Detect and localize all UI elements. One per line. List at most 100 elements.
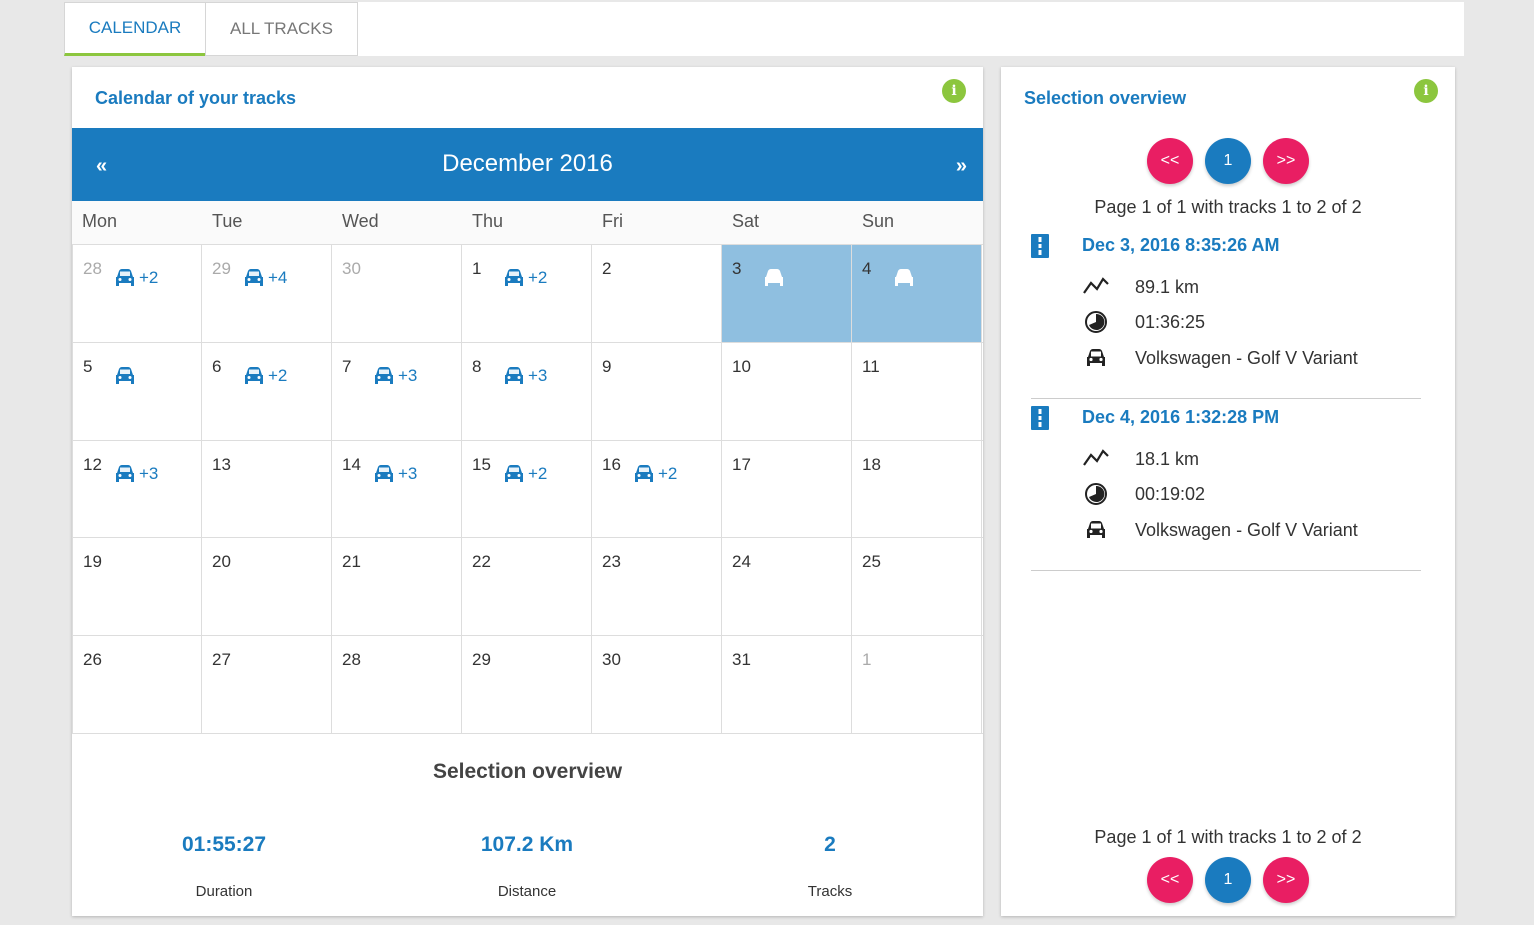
track-item: Dec 4, 2016 1:32:28 PM 18.1 km 00:19:02 … bbox=[1031, 401, 1421, 571]
calendar-day-cell[interactable]: 24 bbox=[722, 538, 852, 636]
calendar-day-cell[interactable]: 27 bbox=[202, 636, 332, 733]
stat-distance: 107.2 Km Distance bbox=[377, 833, 677, 900]
calendar-day-cell[interactable]: 30 bbox=[332, 245, 462, 342]
weekday-label: Mon bbox=[82, 211, 118, 231]
day-number: 19 bbox=[83, 552, 102, 572]
calendar-day-cell[interactable]: 21 bbox=[332, 538, 462, 636]
calendar-day-cell[interactable]: 3 bbox=[722, 245, 852, 342]
track-distance-row: 89.1 km bbox=[1083, 275, 1199, 299]
car-icon bbox=[502, 365, 526, 387]
calendar-day-cell[interactable]: 18 bbox=[852, 440, 982, 538]
track-duration: 01:36:25 bbox=[1135, 311, 1206, 332]
next-page-button[interactable]: >> bbox=[1263, 138, 1309, 184]
calendar-day-cell[interactable]: 23 bbox=[592, 538, 722, 636]
next-month-button[interactable]: » bbox=[956, 155, 967, 178]
stat-duration: 01:55:27 Duration bbox=[74, 833, 374, 900]
weekday-label: Sun bbox=[862, 211, 895, 231]
day-number: 18 bbox=[862, 454, 881, 474]
calendar-week-row: 26 27 28 29 30 31 1 bbox=[72, 636, 983, 734]
extra-tracks-count: +2 bbox=[139, 268, 159, 287]
car-icon bbox=[372, 365, 396, 387]
calendar-day-cell[interactable]: 17 bbox=[722, 440, 852, 538]
tab-calendar[interactable]: CALENDAR bbox=[64, 2, 206, 56]
extra-tracks-count: +3 bbox=[398, 365, 418, 385]
calendar-day-cell[interactable]: 16 +2 bbox=[592, 440, 722, 538]
info-icon[interactable]: i bbox=[1414, 79, 1438, 103]
calendar-day-cell[interactable]: 6 +2 bbox=[202, 342, 332, 440]
calendar-day-cell[interactable]: 31 bbox=[722, 636, 852, 733]
calendar-day-cell[interactable]: 11 bbox=[852, 342, 982, 440]
calendar-grid: Mon Tue Wed Thu Fri Sat Sun 28 +2 29 +4 30 1 +2 2 3 4 5 6… bbox=[72, 201, 983, 734]
calendar-day-cell[interactable]: 28 bbox=[332, 636, 462, 733]
day-number: 9 bbox=[602, 356, 612, 376]
extra-tracks-count: +2 bbox=[268, 365, 288, 385]
page-1-button[interactable]: 1 bbox=[1205, 857, 1251, 903]
track-date-link[interactable]: Dec 4, 2016 1:32:28 PM bbox=[1082, 407, 1279, 428]
day-number: 10 bbox=[732, 356, 751, 376]
calendar-day-cell[interactable]: 5 bbox=[72, 342, 202, 440]
track-distance: 89.1 km bbox=[1135, 276, 1200, 297]
clock-icon bbox=[1085, 311, 1107, 333]
stat-duration-value: 01:55:27 bbox=[181, 833, 267, 856]
road-icon bbox=[1031, 406, 1049, 430]
weekday-header-row: Mon Tue Wed Thu Fri Sat Sun bbox=[72, 201, 983, 245]
calendar-day-cell[interactable]: 22 bbox=[462, 538, 592, 636]
calendar-day-cell[interactable]: 26 bbox=[72, 636, 202, 733]
track-distance: 18.1 km bbox=[1135, 448, 1200, 469]
calendar-day-cell[interactable]: 2 bbox=[592, 245, 722, 342]
car-icon bbox=[762, 267, 786, 289]
calendar-day-cell[interactable]: 29 bbox=[462, 636, 592, 733]
info-icon[interactable]: i bbox=[942, 79, 966, 103]
calendar-header: « December 2016 » bbox=[72, 128, 983, 201]
day-tracks: +3 bbox=[113, 463, 158, 485]
calendar-day-cell[interactable]: 29 +4 bbox=[202, 245, 332, 342]
day-tracks: +2 bbox=[242, 365, 287, 387]
calendar-day-cell[interactable]: 7 +3 bbox=[332, 342, 462, 440]
distance-icon bbox=[1083, 449, 1109, 466]
prev-page-button[interactable]: << bbox=[1147, 857, 1193, 903]
distance-icon bbox=[1083, 277, 1109, 294]
day-number: 28 bbox=[83, 259, 102, 278]
car-icon bbox=[242, 267, 266, 289]
page-1-button[interactable]: 1 bbox=[1205, 138, 1251, 184]
day-tracks: +2 bbox=[502, 267, 547, 289]
track-duration: 00:19:02 bbox=[1135, 483, 1206, 504]
track-date-link[interactable]: Dec 3, 2016 8:35:26 AM bbox=[1082, 235, 1279, 256]
day-number: 5 bbox=[83, 356, 93, 376]
calendar-day-cell[interactable]: 14 +3 bbox=[332, 440, 462, 538]
stat-tracks-value: 2 bbox=[824, 833, 836, 856]
calendar-day-cell[interactable]: 19 bbox=[72, 538, 202, 636]
calendar-day-cell[interactable]: 10 bbox=[722, 342, 852, 440]
pager-top: << 1 >> bbox=[1001, 138, 1455, 184]
calendar-day-cell[interactable]: 12 +3 bbox=[72, 440, 202, 538]
extra-tracks-count: +4 bbox=[268, 268, 288, 287]
calendar-day-cell[interactable]: 8 +3 bbox=[462, 342, 592, 440]
calendar-day-cell[interactable]: 1 +2 bbox=[462, 245, 592, 342]
calendar-week-row: 12 +3 13 14 +3 15 +2 16 +2 17 18 bbox=[72, 440, 983, 539]
car-icon bbox=[113, 365, 137, 387]
calendar-day-cell[interactable]: 20 bbox=[202, 538, 332, 636]
car-icon bbox=[1087, 349, 1105, 366]
day-number: 22 bbox=[472, 552, 491, 572]
calendar-day-cell[interactable]: 4 bbox=[852, 245, 982, 342]
day-number: 17 bbox=[732, 454, 751, 474]
tab-all-tracks[interactable]: ALL TRACKS bbox=[205, 2, 358, 56]
day-number: 4 bbox=[862, 259, 872, 278]
calendar-day-cell[interactable]: 13 bbox=[202, 440, 332, 538]
stat-duration-label: Duration bbox=[195, 883, 253, 900]
calendar-day-cell[interactable]: 1 bbox=[852, 636, 982, 733]
calendar-day-cell[interactable]: 15 +2 bbox=[462, 440, 592, 538]
calendar-day-cell[interactable]: 28 +2 bbox=[72, 245, 202, 342]
extra-tracks-count: +3 bbox=[398, 463, 418, 483]
calendar-day-cell[interactable]: 9 bbox=[592, 342, 722, 440]
day-number: 16 bbox=[602, 454, 621, 474]
next-page-button[interactable]: >> bbox=[1263, 857, 1309, 903]
calendar-day-cell[interactable]: 30 bbox=[592, 636, 722, 733]
day-number: 29 bbox=[212, 259, 231, 278]
calendar-week-row: 5 6 +2 7 +3 8 +3 9 10 11 bbox=[72, 342, 983, 441]
calendar-day-cell[interactable]: 25 bbox=[852, 538, 982, 636]
prev-page-button[interactable]: << bbox=[1147, 138, 1193, 184]
stat-distance-label: Distance bbox=[497, 883, 557, 900]
weekday-label: Sat bbox=[732, 211, 760, 231]
track-vehicle: Volkswagen - Golf V Variant bbox=[1135, 519, 1358, 540]
